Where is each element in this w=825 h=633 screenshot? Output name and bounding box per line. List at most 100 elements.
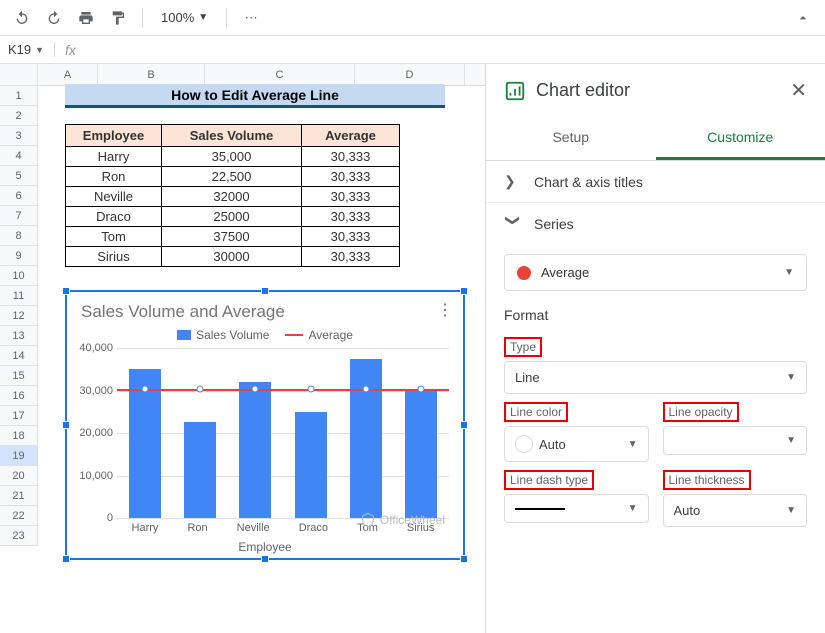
series-selector[interactable]: Average ▼ (504, 254, 807, 291)
line-dash-dropdown[interactable]: ▼ (504, 494, 649, 523)
table-cell[interactable]: 25000 (162, 207, 302, 227)
chart-legend: Sales Volume Average (67, 326, 463, 348)
row-header[interactable]: 12 (0, 306, 38, 326)
y-tick-label: 10,000 (75, 470, 113, 482)
formula-input[interactable] (86, 42, 825, 57)
row-header[interactable]: 1 (0, 86, 38, 106)
close-editor-button[interactable]: ✕ (790, 78, 807, 103)
name-box[interactable]: K19▼ (0, 42, 55, 57)
row-header[interactable]: 10 (0, 266, 38, 286)
row-header[interactable]: 3 (0, 126, 38, 146)
editor-title: Chart editor (536, 80, 780, 101)
collapse-toolbar-button[interactable] (791, 6, 815, 30)
row-header[interactable]: 17 (0, 406, 38, 426)
y-tick-label: 40,000 (75, 342, 113, 354)
color-swatch-icon (515, 435, 533, 453)
table-header[interactable]: Sales Volume (162, 125, 302, 147)
table-header[interactable]: Average (302, 125, 400, 147)
table-cell[interactable]: 35,000 (162, 147, 302, 167)
table-row[interactable]: Draco2500030,333 (66, 207, 400, 227)
sheet-title-cell[interactable]: How to Edit Average Line (65, 84, 445, 108)
line-color-dropdown[interactable]: Auto▼ (504, 426, 649, 462)
row-header[interactable]: 23 (0, 526, 38, 546)
row-header[interactable]: 18 (0, 426, 38, 446)
average-point (363, 386, 370, 393)
table-row[interactable]: Tom3750030,333 (66, 227, 400, 247)
y-tick-label: 30,000 (75, 385, 113, 397)
watermark: OfficeWheel (360, 512, 445, 528)
zoom-value: 100% (161, 10, 194, 25)
type-dropdown[interactable]: Line▼ (504, 361, 807, 394)
table-cell[interactable]: 30,333 (302, 187, 400, 207)
table-row[interactable]: Sirius3000030,333 (66, 247, 400, 267)
table-row[interactable]: Harry35,00030,333 (66, 147, 400, 167)
col-header-a[interactable]: A (38, 64, 98, 85)
tab-customize[interactable]: Customize (656, 117, 825, 160)
zoom-selector[interactable]: 100%▼ (155, 10, 214, 25)
row-header[interactable]: 7 (0, 206, 38, 226)
row-header[interactable]: 6 (0, 186, 38, 206)
x-tick-label: Neville (237, 522, 270, 534)
tab-setup[interactable]: Setup (486, 117, 656, 160)
print-button[interactable] (74, 6, 98, 30)
table-row[interactable]: Ron22,50030,333 (66, 167, 400, 187)
chart-editor-panel: Chart editor ✕ Setup Customize ❯ Chart &… (485, 64, 825, 633)
table-cell[interactable]: Ron (66, 167, 162, 187)
chart-editor-icon (504, 80, 526, 102)
average-point (141, 386, 148, 393)
table-cell[interactable]: 32000 (162, 187, 302, 207)
table-cell[interactable]: 22,500 (162, 167, 302, 187)
more-button[interactable]: ⋯ (239, 6, 263, 30)
toolbar: 100%▼ ⋯ (0, 0, 825, 36)
table-cell[interactable]: 30000 (162, 247, 302, 267)
table-cell[interactable]: 30,333 (302, 167, 400, 187)
average-point (252, 386, 259, 393)
table-header[interactable]: Employee (66, 125, 162, 147)
chart-menu-button[interactable]: ⋮ (437, 300, 453, 320)
line-thickness-value: Auto (674, 503, 701, 518)
table-cell[interactable]: Harry (66, 147, 162, 167)
row-header[interactable]: 5 (0, 166, 38, 186)
row-header[interactable]: 9 (0, 246, 38, 266)
col-header-c[interactable]: C (205, 64, 355, 85)
row-header[interactable]: 4 (0, 146, 38, 166)
row-header[interactable]: 11 (0, 286, 38, 306)
row-header[interactable]: 16 (0, 386, 38, 406)
line-thickness-dropdown[interactable]: Auto▼ (663, 494, 808, 527)
col-header-b[interactable]: B (98, 64, 205, 85)
dash-preview-icon (515, 508, 565, 510)
row-header[interactable]: 2 (0, 106, 38, 126)
row-header[interactable]: 21 (0, 486, 38, 506)
chart-bar (350, 359, 382, 518)
table-cell[interactable]: Sirius (66, 247, 162, 267)
table-cell[interactable]: 30,333 (302, 147, 400, 167)
table-cell[interactable]: 37500 (162, 227, 302, 247)
col-header-d[interactable]: D (355, 64, 465, 85)
row-header[interactable]: 8 (0, 226, 38, 246)
line-opacity-dropdown[interactable]: ▼ (663, 426, 808, 455)
table-cell[interactable]: Neville (66, 187, 162, 207)
row-header[interactable]: 14 (0, 346, 38, 366)
select-all-corner[interactable] (0, 64, 38, 85)
row-header[interactable]: 15 (0, 366, 38, 386)
paint-format-button[interactable] (106, 6, 130, 30)
table-cell[interactable]: Draco (66, 207, 162, 227)
formula-bar: K19▼ fx (0, 36, 825, 64)
legend-bar-label: Sales Volume (196, 328, 269, 342)
table-cell[interactable]: 30,333 (302, 247, 400, 267)
undo-button[interactable] (10, 6, 34, 30)
section-series[interactable]: ❯ Series (486, 203, 825, 244)
table-cell[interactable]: 30,333 (302, 227, 400, 247)
type-value: Line (515, 370, 540, 385)
row-header[interactable]: 19 (0, 446, 38, 466)
row-header[interactable]: 20 (0, 466, 38, 486)
row-header[interactable]: 13 (0, 326, 38, 346)
table-cell[interactable]: Tom (66, 227, 162, 247)
row-header[interactable]: 22 (0, 506, 38, 526)
chart-x-title: Employee (67, 540, 463, 554)
redo-button[interactable] (42, 6, 66, 30)
section-chart-axis-titles[interactable]: ❯ Chart & axis titles (486, 161, 825, 203)
table-row[interactable]: Neville3200030,333 (66, 187, 400, 207)
chart-object[interactable]: Sales Volume and Average ⋮ Sales Volume … (65, 290, 465, 560)
table-cell[interactable]: 30,333 (302, 207, 400, 227)
